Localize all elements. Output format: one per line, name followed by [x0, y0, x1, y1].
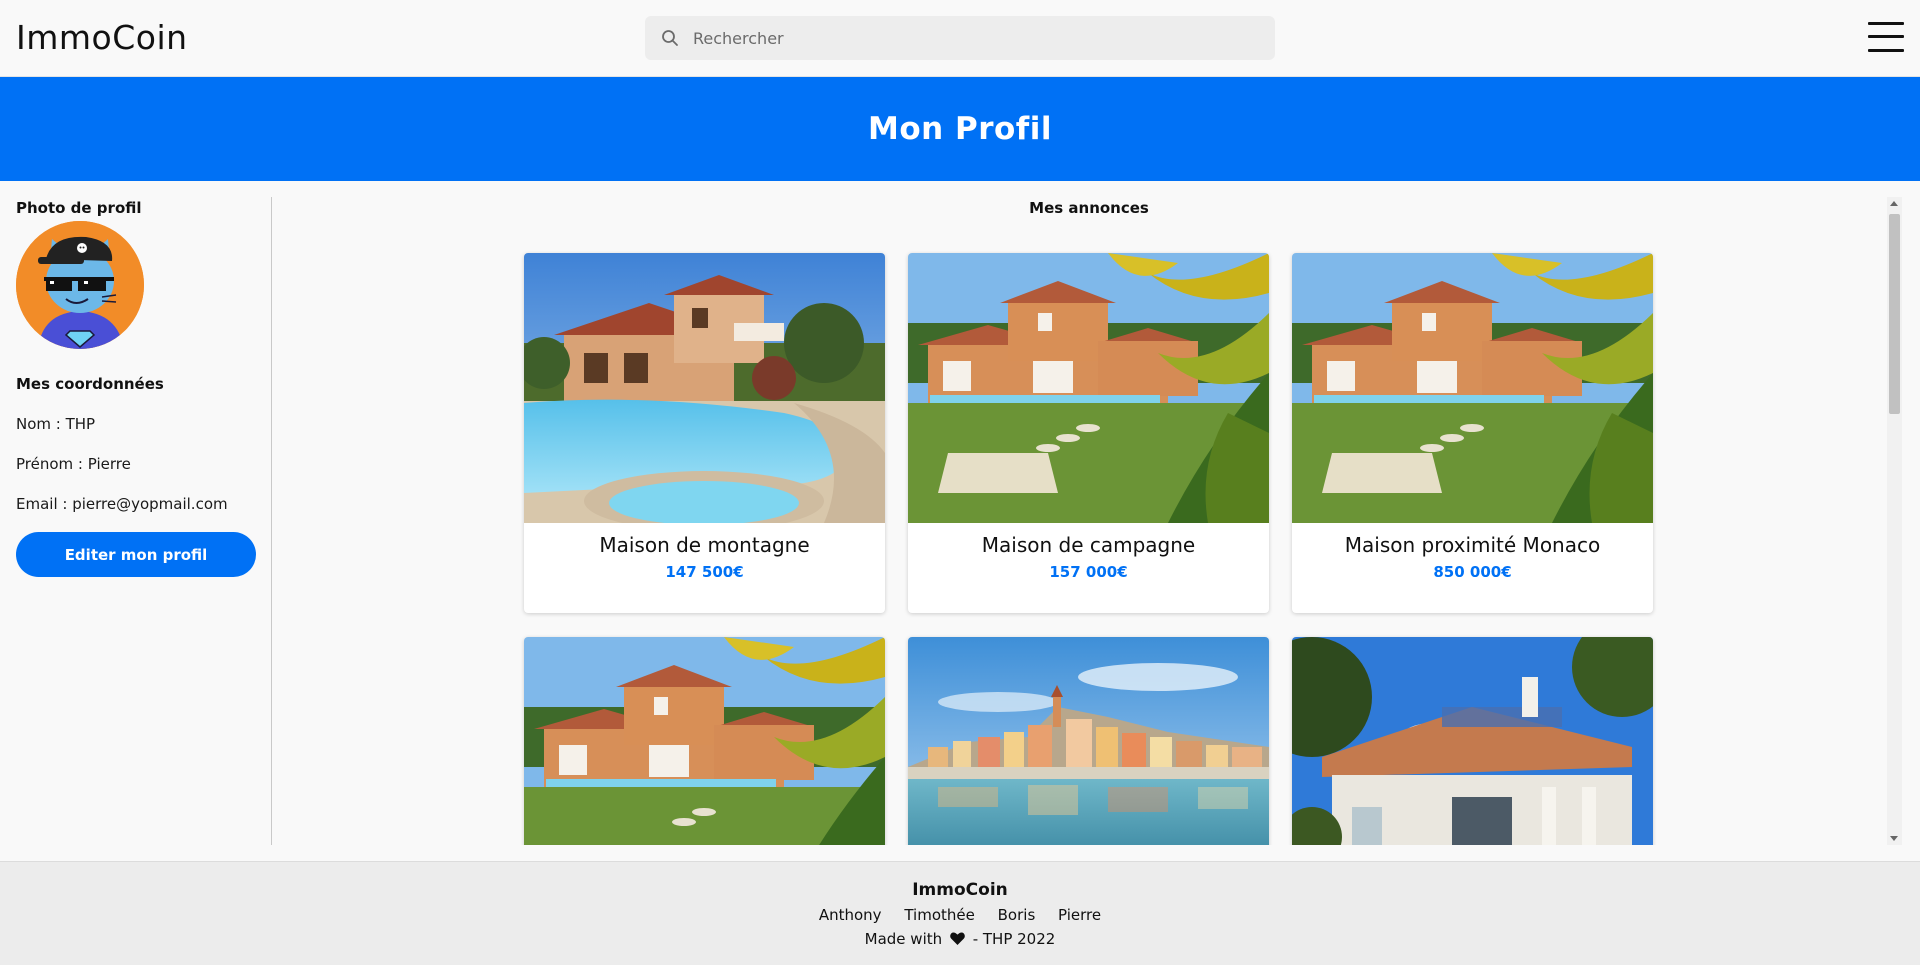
photo-heading: Photo de profil — [16, 199, 142, 217]
listing-price: 157 000€ — [1049, 563, 1128, 581]
email-field: Email : pierre@yopmail.com — [16, 495, 228, 513]
listing-title: Maison de campagne — [981, 533, 1196, 557]
listing-image — [908, 637, 1269, 845]
listing-image — [1292, 637, 1653, 845]
listing-card[interactable] — [1292, 637, 1653, 845]
listing-card[interactable] — [908, 637, 1269, 845]
author-link[interactable]: Timothée — [904, 906, 975, 924]
footer-authors: Anthony Timothée Boris Pierre — [0, 906, 1920, 924]
listing-image — [1292, 253, 1653, 523]
author-link[interactable]: Anthony — [819, 906, 882, 924]
scroll-thumb[interactable] — [1889, 214, 1900, 414]
author-link[interactable]: Pierre — [1058, 906, 1101, 924]
listing-image — [524, 637, 885, 845]
top-navbar: ImmoCoin — [0, 0, 1920, 77]
nom-field: Nom : THP — [16, 415, 96, 433]
footer-brand: ImmoCoin — [912, 880, 1008, 900]
listings-heading: Mes annonces — [1029, 199, 1149, 217]
profile-sidebar: Photo de profil Mes coordonnées Nom: TH… — [0, 197, 272, 845]
hamburger-menu-icon[interactable] — [1868, 20, 1904, 54]
coords-heading: Mes coordonnées — [16, 375, 164, 393]
made-with-prefix: Made with — [864, 930, 943, 948]
made-with-suffix: - THP 2022 — [972, 930, 1056, 948]
search-icon — [662, 30, 678, 46]
listing-card[interactable]: Maison de montagne 147 500€ — [524, 253, 885, 613]
listings-grid: Maison de montagne 147 500€ Maison de ca… — [274, 230, 1884, 845]
edit-profile-button[interactable]: Editer mon profil — [16, 532, 256, 577]
listing-image — [524, 253, 885, 523]
prenom-field: Prénom : Pierre — [16, 455, 131, 473]
avatar — [16, 221, 144, 349]
heart-icon — [950, 932, 965, 945]
listing-image — [908, 253, 1269, 523]
brand-logo[interactable]: ImmoCoin — [16, 18, 188, 57]
listing-card[interactable]: Maison proximité Monaco 850 000€ — [1292, 253, 1653, 613]
listing-card[interactable] — [524, 637, 885, 845]
search-input[interactable] — [693, 16, 1253, 60]
listing-price: 850 000€ — [1433, 563, 1512, 581]
listing-title: Maison proximité Monaco — [1344, 533, 1601, 557]
search-bar[interactable] — [645, 16, 1275, 60]
scroll-up-icon[interactable] — [1890, 201, 1898, 206]
scroll-down-icon[interactable] — [1890, 836, 1898, 841]
made-with-line: Made with - THP 2022 — [0, 930, 1920, 948]
main-scrollbar[interactable] — [1887, 197, 1902, 845]
listing-price: 147 500€ — [665, 563, 744, 581]
listing-card[interactable]: Maison de campagne 157 000€ — [908, 253, 1269, 613]
page-title: Mon Profil — [867, 111, 1053, 147]
listing-title: Maison de montagne — [599, 533, 810, 557]
cat-avatar-icon — [16, 221, 144, 349]
author-link[interactable]: Boris — [998, 906, 1036, 924]
page-banner: Mon Profil — [0, 77, 1920, 181]
footer: ImmoCoin Anthony Timothée Boris Pierre M… — [0, 861, 1920, 965]
